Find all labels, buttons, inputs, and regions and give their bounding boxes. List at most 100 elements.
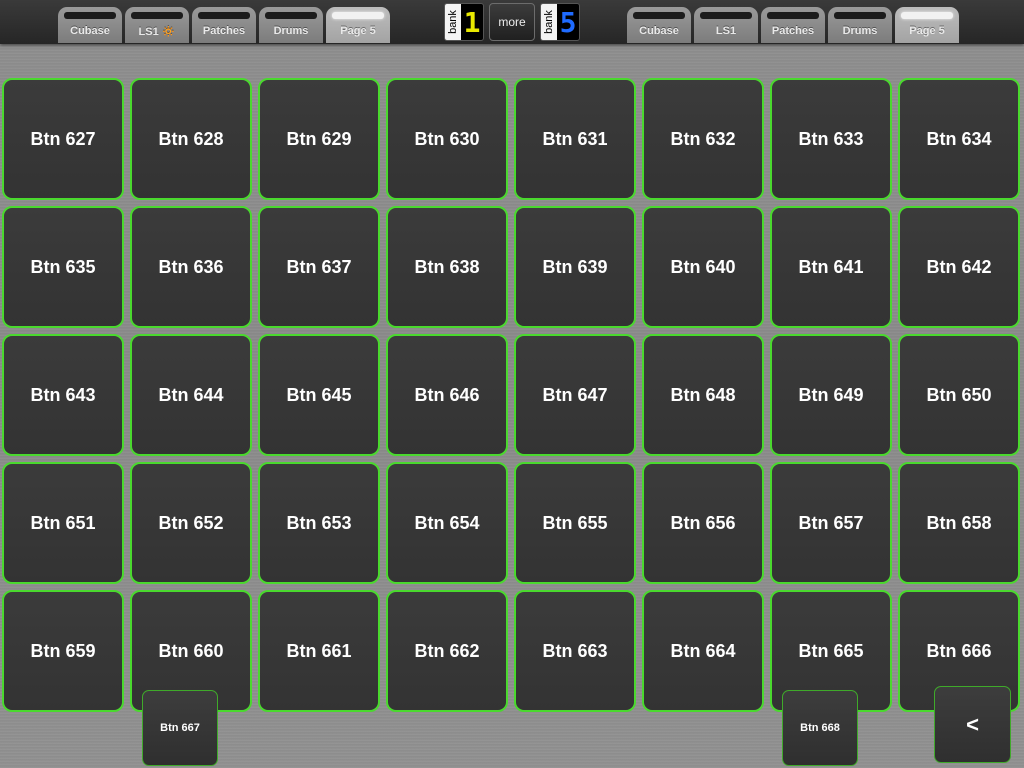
tab-patches-right[interactable]: Patches <box>761 7 825 43</box>
tab-drums-left[interactable]: Drums <box>259 7 323 43</box>
grid-button[interactable]: Btn 635 <box>2 206 124 328</box>
grid-button[interactable]: Btn 646 <box>386 334 508 456</box>
grid-button[interactable]: Btn 664 <box>642 590 764 712</box>
grid-button[interactable]: Btn 637 <box>258 206 380 328</box>
button-label: Btn 655 <box>542 512 608 533</box>
tab-cubase-left[interactable]: Cubase <box>58 7 122 43</box>
grid-button[interactable]: Btn 659 <box>2 590 124 712</box>
grid-button[interactable]: Btn 653 <box>258 462 380 584</box>
grid-button[interactable]: Btn 632 <box>642 78 764 200</box>
grid-button[interactable]: Btn 655 <box>514 462 636 584</box>
chevron-left-icon: < <box>966 711 979 737</box>
tab-cubase-right[interactable]: Cubase <box>627 7 691 43</box>
button-label: Btn 664 <box>670 640 736 661</box>
grid-button[interactable]: Btn 657 <box>770 462 892 584</box>
grid-button[interactable]: Btn 648 <box>642 334 764 456</box>
button-label: Btn 634 <box>926 128 992 149</box>
button-label: Btn 659 <box>30 640 96 661</box>
grid-button[interactable]: Btn 649 <box>770 334 892 456</box>
button-label: Btn 661 <box>286 640 352 661</box>
button-label: Btn 650 <box>926 384 992 405</box>
grid-button[interactable]: Btn 656 <box>642 462 764 584</box>
bank-display-left: bank 1 <box>444 3 484 41</box>
grid-button[interactable]: Btn 639 <box>514 206 636 328</box>
grid-button[interactable]: Btn 629 <box>258 78 380 200</box>
back-button[interactable]: < <box>934 686 1011 763</box>
grid-button[interactable]: Btn 638 <box>386 206 508 328</box>
bank-word: bank <box>541 4 557 40</box>
button-label: Btn 637 <box>286 256 352 277</box>
button-label: Btn 653 <box>286 512 352 533</box>
grid-button[interactable]: Btn 650 <box>898 334 1020 456</box>
tab-label: Patches <box>202 25 246 37</box>
btn-667[interactable]: Btn 667 <box>142 690 218 766</box>
button-label: Btn 629 <box>286 128 352 149</box>
bank-word-text: bank <box>543 10 556 34</box>
button-label: Btn 632 <box>670 128 736 149</box>
button-label: Btn 666 <box>926 640 992 661</box>
tab-label: Patches <box>771 25 815 37</box>
more-button[interactable]: more <box>489 3 535 41</box>
tab-label: Page 5 <box>909 25 945 37</box>
grid-button[interactable]: Btn 663 <box>514 590 636 712</box>
button-label: Btn 651 <box>30 512 96 533</box>
button-label: Btn 647 <box>542 384 608 405</box>
button-label: Btn 640 <box>670 256 736 277</box>
button-label: Btn 641 <box>798 256 864 277</box>
grid-button[interactable]: Btn 661 <box>258 590 380 712</box>
button-label: Btn 654 <box>414 512 480 533</box>
tab-indicator <box>633 12 685 19</box>
button-label: Btn 642 <box>926 256 992 277</box>
button-label: Btn 660 <box>158 640 224 661</box>
grid-button[interactable]: Btn 654 <box>386 462 508 584</box>
grid-button[interactable]: Btn 640 <box>642 206 764 328</box>
tab-ls1-left[interactable]: LS1 🔅 <box>125 7 189 43</box>
button-label: Btn 635 <box>30 256 96 277</box>
button-label: Btn 649 <box>798 384 864 405</box>
bank-word: bank <box>445 4 461 40</box>
tab-group-right: Cubase LS1 Patches Drums Page 5 <box>627 7 962 43</box>
button-label: Btn 658 <box>926 512 992 533</box>
tab-page5-right[interactable]: Page 5 <box>895 7 959 43</box>
button-label: Btn 631 <box>542 128 608 149</box>
button-label: Btn 630 <box>414 128 480 149</box>
button-label: Btn 665 <box>798 640 864 661</box>
tab-indicator <box>198 12 250 19</box>
grid-button[interactable]: Btn 630 <box>386 78 508 200</box>
tab-indicator <box>901 12 953 19</box>
button-label: Btn 639 <box>542 256 608 277</box>
grid-button[interactable]: Btn 645 <box>258 334 380 456</box>
grid-button[interactable]: Btn 651 <box>2 462 124 584</box>
grid-button[interactable]: Btn 627 <box>2 78 124 200</box>
button-label: Btn 644 <box>158 384 224 405</box>
button-label: Btn 663 <box>542 640 608 661</box>
tab-label: LS1 🔅 <box>138 26 176 38</box>
tab-indicator <box>700 12 752 19</box>
button-label: Btn 656 <box>670 512 736 533</box>
tab-indicator <box>834 12 886 19</box>
grid-button[interactable]: Btn 643 <box>2 334 124 456</box>
grid-button[interactable]: Btn 633 <box>770 78 892 200</box>
grid-button[interactable]: Btn 641 <box>770 206 892 328</box>
grid-button[interactable]: Btn 662 <box>386 590 508 712</box>
tab-label: LS1 <box>715 25 737 37</box>
tab-drums-right[interactable]: Drums <box>828 7 892 43</box>
tab-patches-left[interactable]: Patches <box>192 7 256 43</box>
grid-button[interactable]: Btn 644 <box>130 334 252 456</box>
grid-button[interactable]: Btn 636 <box>130 206 252 328</box>
button-label: Btn 648 <box>670 384 736 405</box>
button-label: Btn 627 <box>30 128 96 149</box>
tab-indicator <box>265 12 317 19</box>
grid-button[interactable]: Btn 652 <box>130 462 252 584</box>
button-label: Btn 643 <box>30 384 96 405</box>
grid-button[interactable]: Btn 634 <box>898 78 1020 200</box>
grid-button[interactable]: Btn 631 <box>514 78 636 200</box>
grid-button[interactable]: Btn 628 <box>130 78 252 200</box>
grid-button[interactable]: Btn 658 <box>898 462 1020 584</box>
tab-ls1-right[interactable]: LS1 <box>694 7 758 43</box>
grid-button[interactable]: Btn 642 <box>898 206 1020 328</box>
tab-page5-left[interactable]: Page 5 <box>326 7 390 43</box>
grid-button[interactable]: Btn 647 <box>514 334 636 456</box>
tab-label: Page 5 <box>340 25 376 37</box>
btn-668[interactable]: Btn 668 <box>782 690 858 766</box>
